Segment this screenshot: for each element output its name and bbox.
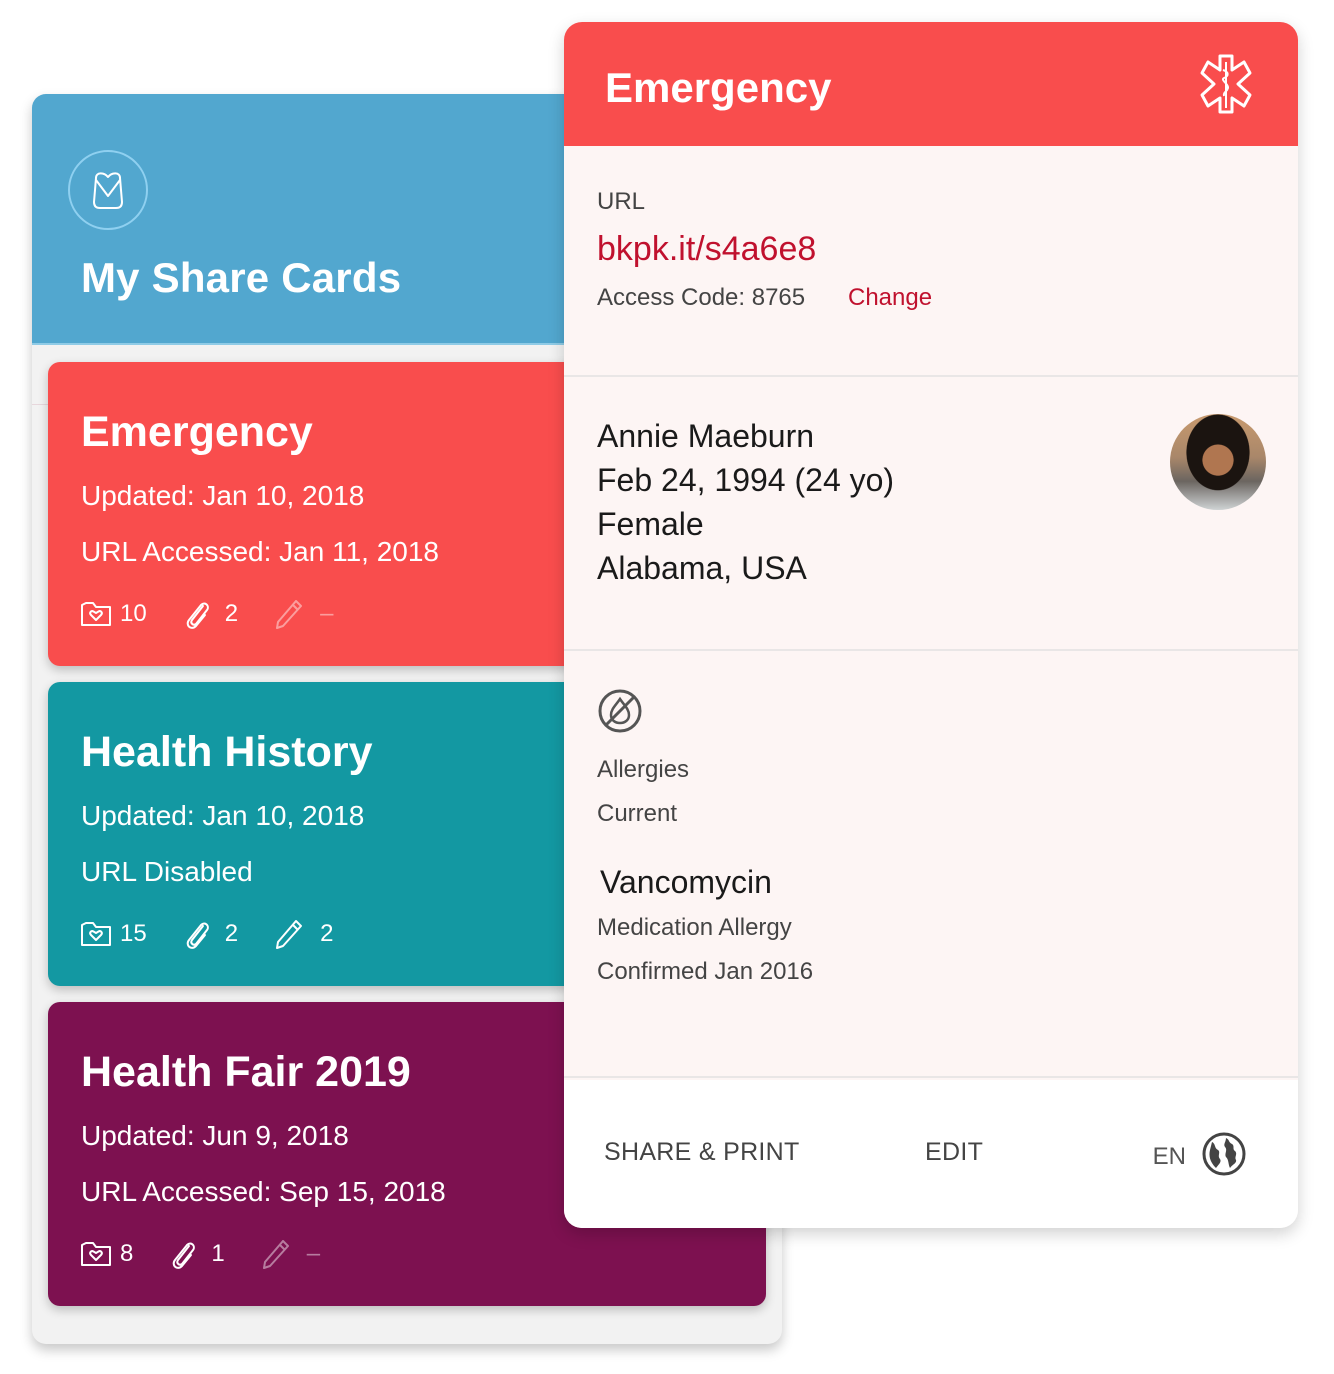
card-stats: 8 1 – <box>80 1238 356 1270</box>
language-selector[interactable]: EN <box>1153 1132 1246 1181</box>
records-count: 8 <box>120 1240 134 1267</box>
allergy-confirmed: Confirmed Jan 2016 <box>597 958 814 985</box>
card-url-status: URL Accessed: Jan 11, 2018 <box>81 536 439 567</box>
url-label: URL <box>597 188 646 215</box>
notes-count: – <box>306 1240 321 1267</box>
notes-stat: 2 <box>274 918 333 950</box>
card-updated: Updated: Jan 10, 2018 <box>81 480 365 511</box>
profile-dob: Feb 24, 1994 (24 yo) <box>597 462 895 498</box>
paperclip-icon <box>183 598 211 630</box>
notes-stat: – <box>274 598 333 630</box>
globe-icon <box>1202 1132 1246 1181</box>
card-url-status: URL Disabled <box>81 856 253 887</box>
notes-stat: – <box>261 1238 320 1270</box>
paperclip-icon <box>183 918 211 950</box>
url-section: URL bkpk.it/s4a6e8 Access Code: 8765 Cha… <box>564 146 1298 377</box>
share-url-link[interactable]: bkpk.it/s4a6e8 <box>597 230 816 269</box>
profile-section: Annie Maeburn Feb 24, 1994 (24 yo) Femal… <box>564 378 1298 651</box>
allergies-status: Current <box>597 800 678 827</box>
attachments-stat: 2 <box>183 598 238 630</box>
attachments-stat: 2 <box>183 918 238 950</box>
folder-heart-icon <box>80 920 112 948</box>
card-stats: 10 2 – <box>80 598 369 630</box>
notes-count: – <box>320 600 334 627</box>
avatar <box>1170 414 1266 510</box>
share-print-button[interactable]: SHARE & PRINT <box>604 1138 800 1167</box>
card-title: Health Fair 2019 <box>81 1048 411 1096</box>
pencil-icon <box>274 918 304 950</box>
share-card-detail: Emergency URL bkpk.it/s4a6e8 Access Code… <box>564 22 1298 1228</box>
card-stats: 15 2 2 <box>80 918 369 950</box>
profile-location: Alabama, USA <box>597 550 807 586</box>
card-title: Emergency <box>81 408 313 456</box>
allergy-name: Vancomycin <box>600 864 772 900</box>
notes-count: 2 <box>320 920 334 947</box>
attachments-count: 1 <box>211 1240 225 1267</box>
records-stat: 15 <box>80 920 147 948</box>
detail-title: Emergency <box>605 64 832 111</box>
records-stat: 8 <box>80 1240 133 1268</box>
records-count: 10 <box>120 600 147 627</box>
pencil-icon <box>261 1238 291 1270</box>
no-allergy-drop-icon <box>597 688 643 739</box>
change-access-code-button[interactable]: Change <box>848 284 932 312</box>
allergy-type: Medication Allergy <box>597 914 792 941</box>
attachments-stat: 1 <box>169 1238 225 1270</box>
allergies-label: Allergies <box>597 756 690 783</box>
card-updated: Updated: Jun 9, 2018 <box>81 1120 349 1151</box>
heart-pouch-icon <box>68 150 148 230</box>
profile-name: Annie Maeburn <box>597 418 815 454</box>
folder-heart-icon <box>80 600 112 628</box>
access-code: Access Code: 8765 <box>597 284 806 311</box>
detail-footer: SHARE & PRINT EDIT EN <box>564 1080 1298 1228</box>
attachments-count: 2 <box>224 600 239 627</box>
star-of-life-icon <box>1194 52 1258 121</box>
attachments-count: 2 <box>224 920 239 947</box>
records-stat: 10 <box>80 600 147 628</box>
pencil-icon <box>274 598 304 630</box>
edit-button[interactable]: EDIT <box>925 1138 983 1167</box>
card-updated: Updated: Jan 10, 2018 <box>81 800 365 831</box>
profile-sex: Female <box>597 506 704 542</box>
folder-heart-icon <box>80 1240 112 1268</box>
language-label: EN <box>1152 1142 1186 1170</box>
card-url-status: URL Accessed: Sep 15, 2018 <box>81 1176 446 1207</box>
detail-header: Emergency <box>564 22 1298 146</box>
records-count: 15 <box>120 920 147 947</box>
page-title: My Share Cards <box>81 254 402 301</box>
paperclip-icon <box>169 1238 197 1270</box>
allergy-section: Allergies Current Vancomycin Medication … <box>564 652 1298 1078</box>
card-title: Health History <box>81 728 373 776</box>
